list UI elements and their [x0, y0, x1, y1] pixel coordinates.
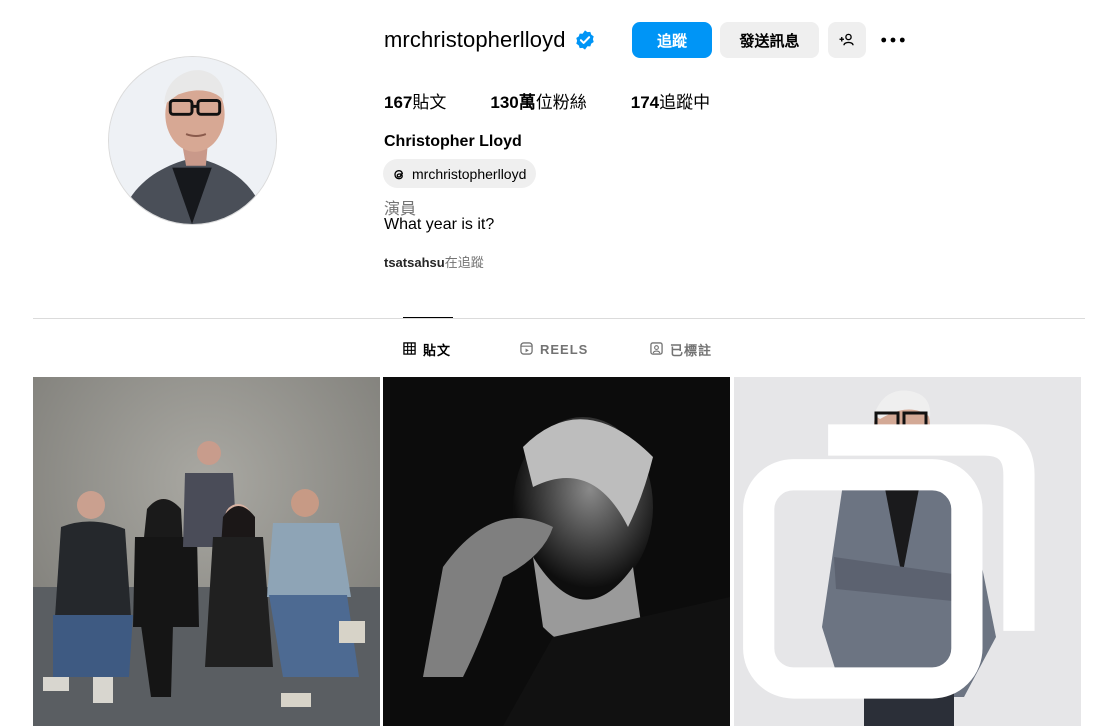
- tabs-divider: [33, 318, 1085, 319]
- following-stat[interactable]: 174追蹤中: [631, 88, 710, 112]
- profile-avatar[interactable]: [108, 56, 277, 225]
- threads-icon: [391, 166, 407, 182]
- message-button[interactable]: 發送訊息: [720, 22, 819, 58]
- username-row: mrchristopherlloyd: [384, 22, 596, 58]
- post-group-photo[interactable]: [33, 377, 380, 726]
- more-horizontal-icon: [881, 37, 905, 43]
- following-label: 追蹤中: [659, 93, 711, 112]
- full-name: Christopher Lloyd: [384, 133, 522, 150]
- followers-stat[interactable]: 130萬位粉絲: [490, 88, 586, 112]
- username: mrchristopherlloyd: [384, 27, 566, 52]
- profile-tabs: 貼文 REELS 已標註: [0, 336, 1097, 362]
- followers-count: 130萬: [490, 93, 536, 112]
- tab-reels-label: REELS: [540, 341, 589, 357]
- grid-icon: [403, 342, 417, 356]
- avatar-image: [109, 57, 276, 224]
- follow-button[interactable]: 追蹤: [632, 22, 712, 58]
- bio-text: What year is it?: [384, 216, 495, 233]
- multiple-photos-icon: [743, 424, 1035, 699]
- posts-count: 167: [384, 93, 413, 112]
- post-image: [383, 377, 730, 726]
- following-count: 174: [630, 93, 660, 112]
- followed-by-user: tsatsahsu: [384, 255, 445, 270]
- tab-reels[interactable]: REELS: [520, 336, 588, 362]
- suggest-user-button[interactable]: [828, 22, 866, 58]
- tab-tagged-label: 已標註: [670, 342, 713, 358]
- followed-by-suffix: 在追蹤: [444, 255, 484, 270]
- reels-icon: [520, 342, 534, 356]
- followers-label: 位粉絲: [535, 93, 587, 112]
- add-user-icon: [839, 33, 854, 46]
- posts-label: 貼文: [412, 93, 447, 112]
- post-standing-portrait[interactable]: [734, 377, 1081, 726]
- followed-by[interactable]: tsatsahsu在追蹤: [384, 252, 484, 271]
- verified-badge-icon: [574, 29, 596, 51]
- tab-tagged[interactable]: 已標註: [650, 336, 712, 362]
- threads-link[interactable]: mrchristopherlloyd: [383, 159, 537, 188]
- tab-posts-label: 貼文: [423, 342, 452, 358]
- profile-page: mrchristopherlloyd 追蹤 發送訊息 167貼文 130萬位粉絲…: [0, 0, 1097, 726]
- threads-handle: mrchristopherlloyd: [412, 165, 527, 182]
- post-image: [33, 377, 380, 726]
- more-options-button[interactable]: [876, 22, 910, 58]
- tab-posts[interactable]: 貼文: [403, 336, 451, 362]
- tagged-icon: [650, 342, 664, 356]
- profile-stats: 167貼文 130萬位粉絲 174追蹤中: [384, 88, 754, 112]
- posts-stat: 167貼文: [384, 88, 446, 112]
- active-tab-indicator: [403, 317, 453, 318]
- post-bw-portrait[interactable]: [383, 377, 730, 726]
